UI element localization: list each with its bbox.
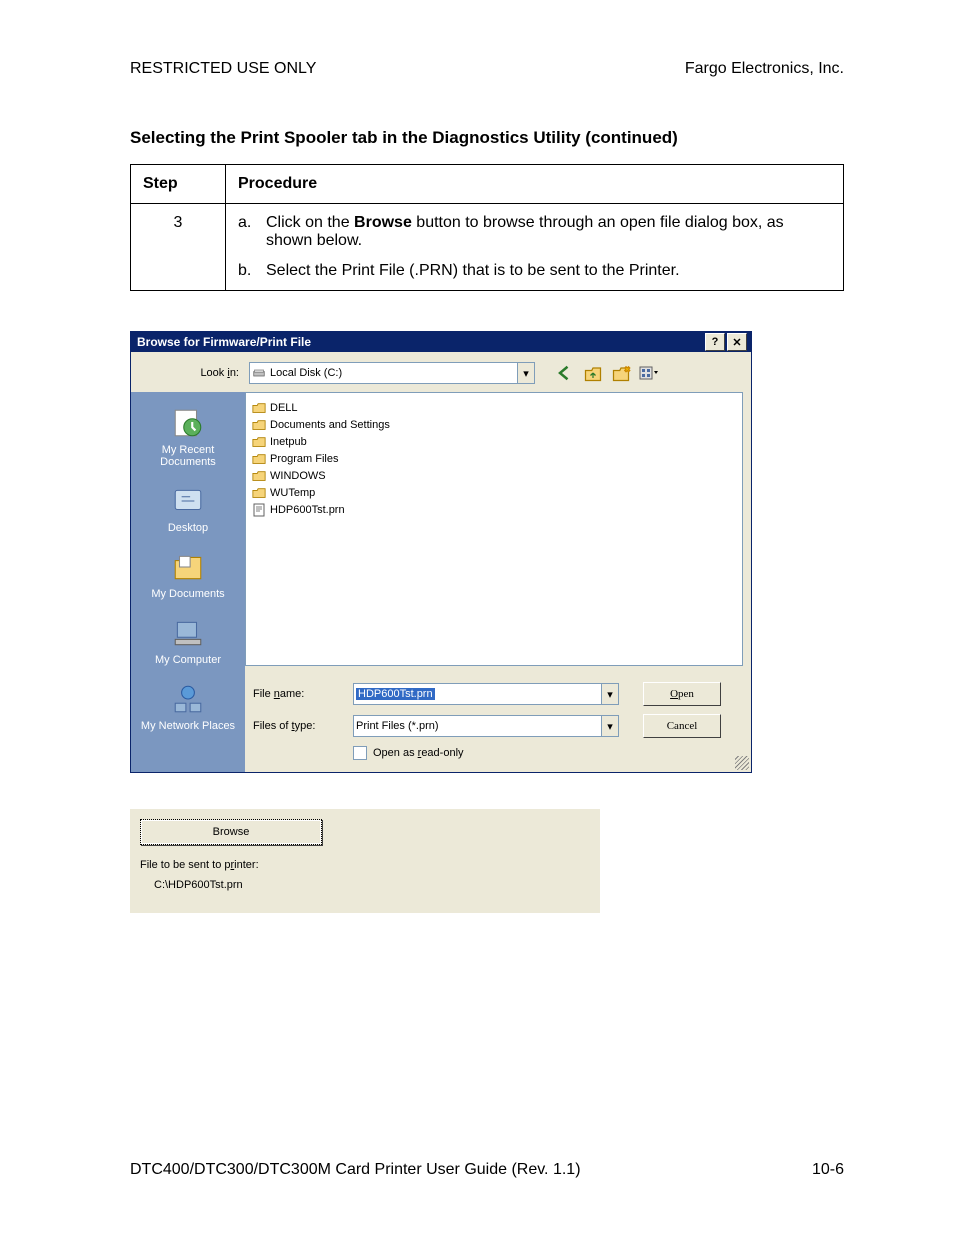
- my-network-icon: [171, 682, 205, 716]
- browse-panel: Browse File to be sent to printer: C:\HD…: [130, 809, 600, 913]
- file-to-send-label: File to be sent to printer:: [140, 859, 590, 871]
- footer-left: DTC400/DTC300/DTC300M Card Printer User …: [130, 1161, 581, 1179]
- filename-input[interactable]: HDP600Tst.prn ▾: [353, 683, 619, 705]
- footer-right: 10-6: [812, 1161, 844, 1179]
- place-desktop[interactable]: Desktop: [133, 478, 243, 544]
- procedure-table: Step Procedure 3 a. Click on the Browse …: [130, 164, 844, 291]
- open-button[interactable]: Open: [643, 682, 721, 706]
- header-left: RESTRICTED USE ONLY: [130, 60, 316, 78]
- recent-docs-icon: [171, 406, 205, 440]
- browse-button[interactable]: Browse: [140, 819, 322, 845]
- places-bar: My Recent Documents Desktop My Documents…: [131, 392, 245, 772]
- resize-grip[interactable]: [735, 756, 749, 770]
- file-dialog: Browse for Firmware/Print File ? ✕ Look …: [130, 331, 752, 773]
- step-number: 3: [131, 204, 226, 291]
- folder-item[interactable]: WINDOWS: [252, 468, 736, 484]
- filetype-dropdown-icon[interactable]: ▾: [601, 716, 618, 736]
- readonly-checkbox[interactable]: [353, 746, 367, 760]
- drive-icon: [252, 367, 266, 379]
- file-list[interactable]: DELL Documents and Settings Inetpub Prog…: [245, 392, 743, 666]
- filetype-combo[interactable]: Print Files (*.prn) ▾: [353, 715, 619, 737]
- folder-icon: [252, 402, 266, 414]
- cancel-button[interactable]: Cancel: [643, 714, 721, 738]
- new-folder-icon[interactable]: [611, 363, 631, 383]
- folder-item[interactable]: Documents and Settings: [252, 417, 736, 433]
- desktop-icon: [171, 484, 205, 518]
- prn-file-icon: [252, 503, 266, 517]
- readonly-label: Open as read-only: [373, 747, 464, 759]
- filename-dropdown-icon[interactable]: ▾: [601, 684, 618, 704]
- procedure-cell: a. Click on the Browse button to browse …: [226, 204, 844, 291]
- section-title: Selecting the Print Spooler tab in the D…: [130, 128, 844, 148]
- lookin-value: Local Disk (C:): [270, 367, 342, 379]
- folder-icon: [252, 436, 266, 448]
- my-documents-icon: [171, 550, 205, 584]
- lookin-dropdown-icon[interactable]: ▾: [517, 363, 534, 383]
- file-item[interactable]: HDP600Tst.prn: [252, 502, 736, 518]
- up-one-level-icon[interactable]: [583, 363, 603, 383]
- titlebar[interactable]: Browse for Firmware/Print File ? ✕: [131, 332, 751, 352]
- dialog-title: Browse for Firmware/Print File: [137, 335, 311, 349]
- folder-item[interactable]: Program Files: [252, 451, 736, 467]
- my-computer-icon: [171, 616, 205, 650]
- help-button[interactable]: ?: [705, 333, 725, 351]
- close-button[interactable]: ✕: [727, 333, 747, 351]
- folder-icon: [252, 419, 266, 431]
- item-a-letter: a.: [238, 214, 266, 250]
- folder-icon: [252, 470, 266, 482]
- view-menu-icon[interactable]: [639, 363, 659, 383]
- place-my-recent-docs[interactable]: My Recent Documents: [133, 400, 243, 478]
- file-path: C:\HDP600Tst.prn: [140, 879, 590, 891]
- item-b-text: Select the Print File (.PRN) that is to …: [266, 262, 831, 280]
- lookin-combo[interactable]: Local Disk (C:) ▾: [249, 362, 535, 384]
- place-my-computer[interactable]: My Computer: [133, 610, 243, 676]
- filename-label: File name:: [253, 688, 353, 700]
- folder-item[interactable]: DELL: [252, 400, 736, 416]
- folder-item[interactable]: WUTemp: [252, 485, 736, 501]
- folder-icon: [252, 487, 266, 499]
- header-right: Fargo Electronics, Inc.: [685, 60, 844, 78]
- lookin-label: Look in:: [139, 367, 243, 379]
- place-my-network[interactable]: My Network Places: [133, 676, 243, 742]
- folder-icon: [252, 453, 266, 465]
- back-icon[interactable]: [555, 363, 575, 383]
- th-procedure: Procedure: [226, 165, 844, 204]
- item-a-text: Click on the Browse button to browse thr…: [266, 214, 831, 250]
- item-b-letter: b.: [238, 262, 266, 280]
- filetype-label: Files of type:: [253, 720, 353, 732]
- place-my-documents[interactable]: My Documents: [133, 544, 243, 610]
- th-step: Step: [131, 165, 226, 204]
- folder-item[interactable]: Inetpub: [252, 434, 736, 450]
